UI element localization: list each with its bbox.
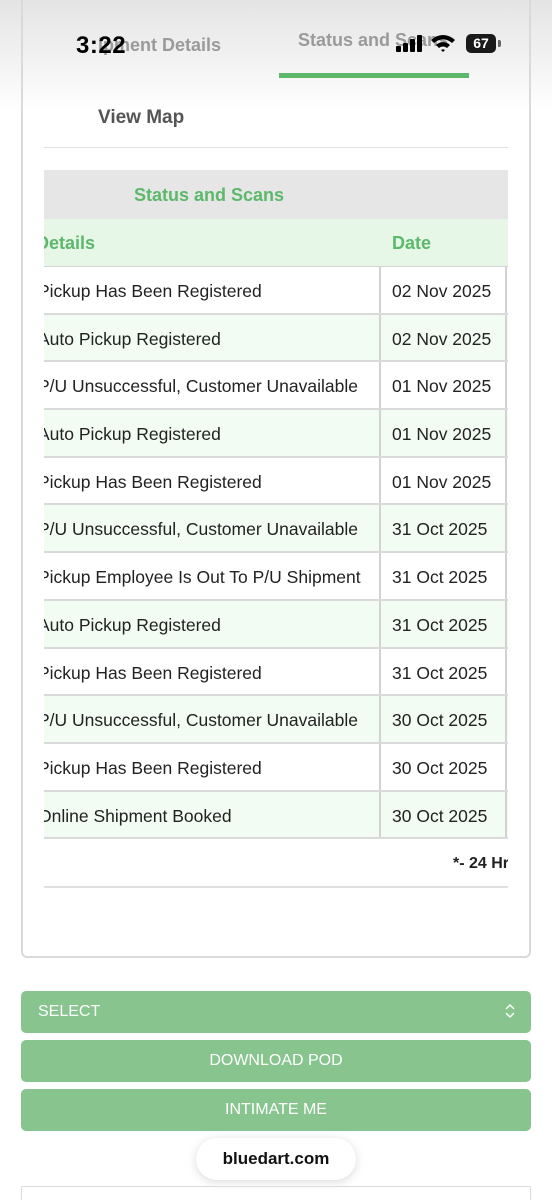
active-tab-indicator — [279, 73, 469, 78]
table-footnote: *- 24 Hr — [453, 855, 508, 872]
row-date: 30 Oct 2025 — [392, 805, 488, 826]
cell-separator — [379, 648, 381, 695]
cell-separator — [505, 314, 507, 361]
table-row: P/U Unsuccessful, Customer Unavailable 01… — [44, 362, 508, 411]
table-title: Status and Scans — [134, 185, 285, 205]
table-row: Pickup Has Been Registered 02 Nov 2025 — [44, 267, 508, 315]
table-row: Auto Pickup Registered 31 Oct 2025 — [44, 600, 508, 649]
cell-separator — [505, 267, 507, 313]
cell-separator — [379, 362, 381, 409]
cell-separator — [379, 553, 381, 599]
row-date: 01 Nov 2025 — [392, 471, 492, 492]
select-label: SELECT — [38, 1003, 101, 1020]
cell-separator — [505, 410, 507, 456]
cell-separator — [505, 553, 507, 599]
battery-icon: 67 — [466, 34, 496, 53]
next-card-edge — [21, 1186, 531, 1200]
download-pod-button[interactable]: DOWNLOAD POD — [21, 1040, 531, 1082]
row-details: Pickup Has Been Registered — [44, 662, 262, 683]
table-row: Pickup Has Been Registered 31 Oct 2025 — [44, 648, 508, 697]
cell-separator — [379, 743, 381, 790]
row-details: Pickup Employee Is Out To P/U Shipment — [44, 567, 361, 588]
cell-separator — [379, 314, 381, 361]
table-row: P/U Unsuccessful, Customer Unavailable 31… — [44, 505, 508, 554]
table-row: Pickup Employee Is Out To P/U Shipment 31… — [44, 553, 508, 601]
row-date: 02 Nov 2025 — [392, 328, 492, 349]
cell-separator — [505, 505, 507, 552]
tab-status-and-scans[interactable]: Status and Scans — [298, 30, 448, 51]
column-header-details: Details — [44, 233, 96, 253]
cell-separator — [379, 505, 381, 552]
cell-separator — [505, 696, 507, 742]
row-details: Auto Pickup Registered — [44, 328, 221, 349]
cell-separator — [505, 600, 507, 647]
intimate-me-button[interactable]: INTIMATE ME — [21, 1089, 531, 1131]
row-date: 31 Oct 2025 — [392, 614, 488, 635]
row-details: Auto Pickup Registered — [44, 424, 221, 445]
table-row: Pickup Has Been Registered 01 Nov 2025 — [44, 457, 508, 506]
row-date: 30 Oct 2025 — [392, 710, 488, 731]
row-details: Pickup Has Been Registered — [44, 281, 262, 301]
row-details: P/U Unsuccessful, Customer Unavailable — [44, 376, 358, 397]
row-date: 31 Oct 2025 — [392, 567, 488, 588]
divider — [44, 147, 508, 148]
table-title-bar: Status and Scans — [44, 170, 508, 219]
column-header-date: Date — [392, 233, 432, 253]
table-row: Pickup Has Been Registered 30 Oct 2025 — [44, 743, 508, 792]
wifi-icon — [431, 35, 455, 52]
status-bar-time: 3:22 — [76, 32, 127, 59]
row-date: 30 Oct 2025 — [392, 757, 488, 778]
cell-separator — [379, 600, 381, 647]
cell-separator — [505, 648, 507, 695]
row-date: 01 Nov 2025 — [392, 376, 492, 397]
table-header: Details Date — [44, 219, 508, 267]
table-row: Online Shipment Booked 30 Oct 2025 — [44, 791, 508, 840]
battery-tip — [498, 40, 501, 47]
row-details: Pickup Has Been Registered — [44, 757, 262, 778]
row-date: 31 Oct 2025 — [392, 519, 488, 540]
chevron-updown-icon — [505, 1003, 515, 1019]
view-map-link[interactable]: View Map — [98, 107, 184, 129]
row-date: 02 Nov 2025 — [392, 281, 492, 301]
row-details: P/U Unsuccessful, Customer Unavailable — [44, 519, 358, 540]
table-row: P/U Unsuccessful, Customer Unavailable 30… — [44, 696, 508, 744]
cellular-signal-icon — [396, 35, 422, 52]
cell-separator — [505, 457, 507, 504]
cell-separator — [379, 457, 381, 504]
row-details: Auto Pickup Registered — [44, 614, 221, 635]
cell-separator — [379, 267, 381, 313]
pod-select-dropdown[interactable]: SELECT — [21, 991, 531, 1033]
cell-separator — [379, 791, 381, 838]
cell-separator — [379, 410, 381, 456]
divider — [44, 886, 508, 888]
cell-separator — [505, 791, 507, 838]
row-details: P/U Unsuccessful, Customer Unavailable — [44, 710, 358, 731]
table-body: Pickup Has Been Registered 02 Nov 2025 Aut… — [44, 267, 508, 840]
cell-separator — [505, 743, 507, 790]
row-date: 31 Oct 2025 — [392, 662, 488, 683]
status-table[interactable]: Status and Scans Details Date Pickup Has… — [44, 170, 508, 841]
browser-url-pill[interactable]: bluedart.com — [196, 1138, 356, 1180]
row-details: Online Shipment Booked — [44, 805, 232, 826]
row-date: 01 Nov 2025 — [392, 424, 492, 445]
row-details: Pickup Has Been Registered — [44, 471, 262, 492]
table-row: Auto Pickup Registered 01 Nov 2025 — [44, 410, 508, 458]
table-row: Auto Pickup Registered 02 Nov 2025 — [44, 314, 508, 363]
cell-separator — [379, 696, 381, 742]
cell-separator — [505, 362, 507, 409]
